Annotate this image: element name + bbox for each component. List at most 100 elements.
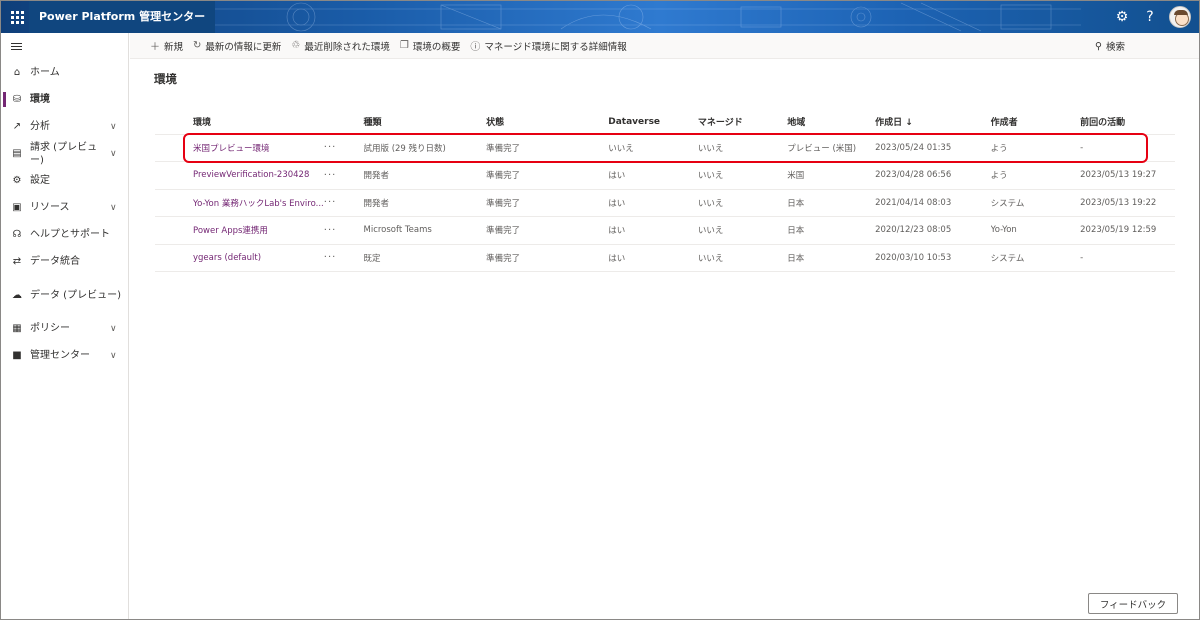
chevron-down-icon: ∨ (110, 148, 117, 159)
admin-center-icon: ■ (12, 350, 22, 361)
cell-creator: システム (990, 189, 1081, 217)
cell-state: 準備完了 (486, 216, 609, 245)
sidebar-item-home[interactable]: ⌂ ホーム (1, 59, 128, 86)
environment-name-link[interactable]: ygears (default) (155, 244, 324, 272)
chevron-down-icon: ∨ (110, 121, 117, 132)
gear-icon: ⚙ (12, 175, 22, 186)
search-box[interactable]: ⚲ 検索 (1095, 33, 1125, 59)
cell-type: 開発者 (363, 161, 487, 190)
environment-name-link[interactable]: Yo-Yon 業務ハックLab's Enviro... (155, 189, 324, 217)
environments-icon: ⛁ (12, 94, 22, 105)
feedback-button[interactable]: フィードバック (1088, 593, 1178, 614)
cell-last-activity: 2023/05/13 19:27 (1080, 161, 1175, 190)
column-header-last-activity[interactable]: 前回の活動 (1080, 110, 1175, 135)
headset-icon: ☊ (12, 229, 22, 240)
managed-environment-info-button[interactable]: ⓘ マネージド環境に関する詳細情報 (470, 38, 626, 54)
cell-created: 2023/04/28 06:56 (875, 161, 991, 190)
column-header-state[interactable]: 状態 (486, 110, 609, 135)
recently-deleted-button[interactable]: ♲ 最近削除された環境 (291, 39, 389, 53)
column-header-type[interactable]: 種類 (363, 110, 487, 135)
hamburger-menu-icon[interactable] (1, 33, 128, 59)
avatar[interactable] (1169, 6, 1191, 28)
table-row[interactable]: PreviewVerification-230428 ··· 開発者 準備完了 … (155, 161, 1175, 190)
table-row[interactable]: ygears (default) ··· 既定 準備完了 はい いいえ 日本 2… (155, 244, 1175, 272)
column-header-managed[interactable]: マネージド (697, 110, 788, 135)
column-header-creator[interactable]: 作成者 (990, 110, 1081, 135)
table-row[interactable]: Yo-Yon 業務ハックLab's Enviro... ··· 開発者 準備完了… (155, 189, 1175, 217)
top-bar: Power Platform 管理センター ⚙ ? (1, 1, 1199, 33)
cell-region: 日本 (787, 216, 876, 245)
help-icon[interactable]: ? (1135, 1, 1165, 33)
cell-region: 米国 (787, 161, 876, 190)
sidebar: ⌂ ホーム ⛁ 環境 ↗ 分析 ∨ ▤ 請求 (プレビュー) ∨ ⚙ 設定 ▣ … (1, 33, 129, 619)
cell-creator: よう (990, 161, 1081, 190)
more-options-icon[interactable]: ··· (323, 216, 364, 245)
cell-last-activity: - (1080, 244, 1175, 272)
cell-type: 既定 (363, 244, 487, 272)
app-title[interactable]: Power Platform 管理センター (29, 1, 216, 33)
column-header-actions (323, 110, 364, 135)
more-options-icon[interactable]: ··· (323, 189, 364, 217)
sidebar-item-billing[interactable]: ▤ 請求 (プレビュー) ∨ (1, 140, 128, 167)
table-header-row: 環境 種類 状態 Dataverse マネージド 地域 作成日 ↓ 作成者 前回… (155, 110, 1175, 135)
sidebar-item-policies[interactable]: ▦ ポリシー ∨ (1, 315, 128, 342)
plus-icon: ＋ (150, 42, 160, 53)
cell-state: 準備完了 (486, 161, 609, 190)
cell-managed: いいえ (697, 244, 788, 272)
cell-last-activity: 2023/05/19 12:59 (1080, 216, 1175, 245)
sidebar-item-resources[interactable]: ▣ リソース ∨ (1, 194, 128, 221)
cell-creator: システム (990, 244, 1081, 272)
highlight-annotation-box (183, 133, 1148, 163)
billing-icon: ▤ (12, 148, 22, 159)
sidebar-item-environments[interactable]: ⛁ 環境 (1, 86, 128, 113)
environment-name-link[interactable]: Power Apps連携用 (155, 216, 324, 245)
cell-state: 準備完了 (486, 189, 609, 217)
column-header-region[interactable]: 地域 (787, 110, 876, 135)
sidebar-item-help-support[interactable]: ☊ ヘルプとサポート (1, 221, 128, 248)
cell-managed: いいえ (697, 216, 788, 245)
column-header-environment[interactable]: 環境 (155, 110, 324, 135)
column-header-created[interactable]: 作成日 ↓ (875, 110, 991, 135)
cell-region: 日本 (787, 244, 876, 272)
search-icon: ⚲ (1095, 40, 1102, 52)
analytics-icon: ↗ (12, 121, 22, 132)
more-options-icon[interactable]: ··· (323, 244, 364, 272)
header-blueprint-pattern (181, 2, 1081, 32)
cell-dataverse: はい (608, 216, 698, 245)
resources-icon: ▣ (12, 202, 22, 213)
cell-dataverse: はい (608, 161, 698, 190)
refresh-icon: ↻ (193, 40, 202, 51)
cell-creator: Yo-Yon (990, 216, 1081, 245)
sidebar-item-data-preview[interactable]: ☁ データ (プレビュー) (1, 275, 128, 315)
sidebar-item-analytics[interactable]: ↗ 分析 ∨ (1, 113, 128, 140)
cell-type: 開発者 (363, 189, 487, 217)
cell-type: Microsoft Teams (363, 216, 487, 245)
column-header-dataverse[interactable]: Dataverse (608, 110, 698, 135)
cell-region: 日本 (787, 189, 876, 217)
chevron-down-icon: ∨ (110, 202, 117, 213)
window-frame (0, 0, 1200, 620)
new-button[interactable]: ＋ 新規 (150, 38, 183, 54)
overview-icon: ❐ (399, 40, 409, 51)
data-integration-icon: ⇄ (12, 256, 22, 267)
cell-managed: いいえ (697, 189, 788, 217)
trash-icon: ♲ (291, 40, 301, 51)
cloud-data-icon: ☁ (12, 289, 22, 301)
cell-dataverse: はい (608, 189, 698, 217)
environment-name-link[interactable]: PreviewVerification-230428 (155, 161, 324, 190)
settings-gear-icon[interactable]: ⚙ (1107, 1, 1137, 33)
sidebar-item-admin-centers[interactable]: ■ 管理センター ∨ (1, 342, 128, 369)
chevron-down-icon: ∨ (110, 323, 117, 334)
more-options-icon[interactable]: ··· (323, 161, 364, 190)
table-row[interactable]: Power Apps連携用 ··· Microsoft Teams 準備完了 は… (155, 216, 1175, 245)
refresh-button[interactable]: ↻ 最新の情報に更新 (193, 39, 281, 53)
cell-managed: いいえ (697, 161, 788, 190)
cell-state: 準備完了 (486, 244, 609, 272)
environment-overview-button[interactable]: ❐ 環境の概要 (400, 39, 460, 53)
sidebar-item-data-integration[interactable]: ⇄ データ統合 (1, 248, 128, 275)
cell-created: 2021/04/14 08:03 (875, 189, 991, 217)
cell-last-activity: 2023/05/13 19:22 (1080, 189, 1175, 217)
cell-dataverse: はい (608, 244, 698, 272)
chevron-down-icon: ∨ (110, 350, 117, 361)
sidebar-item-settings[interactable]: ⚙ 設定 (1, 167, 128, 194)
